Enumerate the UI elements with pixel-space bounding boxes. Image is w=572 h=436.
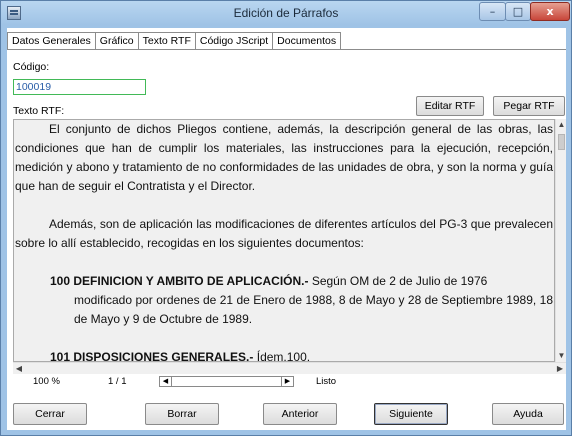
chevron-down-icon[interactable]: ▼ — [556, 350, 567, 362]
tab-strip: Datos Generales Gráfico Texto RTF Código… — [7, 32, 342, 50]
ayuda-button[interactable]: Ayuda — [492, 403, 564, 425]
pegar-rtf-button[interactable]: Pegar RTF — [493, 96, 565, 116]
anterior-button[interactable]: Anterior — [263, 403, 337, 425]
tab-texto-rtf[interactable]: Texto RTF — [137, 32, 196, 50]
maximize-button[interactable]: □ — [505, 2, 531, 21]
cerrar-button[interactable]: Cerrar — [13, 403, 87, 425]
codigo-input[interactable]: 100019 — [13, 79, 146, 95]
status-text: Listo — [316, 376, 337, 387]
tab-codigo-jscript[interactable]: Código JScript — [194, 32, 274, 50]
zoom-level: 100 % — [33, 376, 60, 387]
rtf-item-text: Ídem.100. — [256, 350, 311, 362]
close-button[interactable]: x — [530, 2, 570, 21]
codigo-label: Código: — [13, 61, 50, 73]
rtf-paragraph: Además, son de aplicación las modificaci… — [15, 217, 553, 250]
rtf-list-item: 100 DEFINICION Y AMBITO DE APLICACIÓN.- … — [15, 272, 553, 291]
tab-grafico[interactable]: Gráfico — [94, 32, 139, 50]
status-bar: 100 % 1 / 1 ◀ ▶ Listo — [13, 375, 566, 389]
scroll-thumb[interactable] — [558, 134, 565, 150]
rtf-text-area[interactable]: El conjunto de dichos Pliegos contiene, … — [13, 119, 555, 362]
rtf-list-item: 101 DISPOSICIONES GENERALES.- Ídem.100. — [15, 348, 553, 362]
tab-divider — [7, 49, 566, 50]
tab-documentos[interactable]: Documentos — [272, 32, 342, 50]
title-bar[interactable]: Edición de Párrafos – □ x — [1, 1, 571, 25]
rtf-item-continuation: modificado por ordenes de 21 de Enero de… — [74, 293, 553, 326]
rtf-item-heading: 100 DEFINICION Y AMBITO DE APLICACIÓN.- — [50, 274, 309, 288]
page-indicator: 1 / 1 — [108, 376, 127, 387]
dialog-body: Datos Generales Gráfico Texto RTF Código… — [7, 28, 566, 430]
chevron-up-icon[interactable]: ▲ — [556, 119, 567, 131]
horizontal-scrollbar[interactable]: ◀ ▶ — [13, 362, 566, 374]
chevron-right-icon[interactable]: ▶ — [554, 363, 566, 375]
rtf-label: Texto RTF: — [13, 105, 65, 117]
vertical-scrollbar[interactable]: ▲ ▼ — [555, 119, 566, 362]
tab-datos-generales[interactable]: Datos Generales — [7, 32, 96, 50]
chevron-right-icon[interactable]: ▶ — [281, 377, 293, 386]
rtf-item-text: Según OM de 2 de Julio de 1976 — [311, 274, 488, 288]
window: Edición de Párrafos – □ x Datos Generale… — [0, 0, 572, 436]
minimize-button[interactable]: – — [479, 2, 506, 21]
borrar-button[interactable]: Borrar — [145, 403, 219, 425]
siguiente-button[interactable]: Siguiente — [374, 403, 448, 425]
chevron-left-icon[interactable]: ◀ — [160, 377, 172, 386]
rtf-item-heading: 101 DISPOSICIONES GENERALES.- — [50, 350, 254, 362]
editar-rtf-button[interactable]: Editar RTF — [416, 96, 484, 116]
chevron-left-icon[interactable]: ◀ — [13, 363, 25, 375]
rtf-document: El conjunto de dichos Pliegos contiene, … — [15, 120, 553, 362]
page-scrollbar[interactable]: ◀ ▶ — [159, 376, 294, 387]
rtf-paragraph: El conjunto de dichos Pliegos contiene, … — [15, 122, 553, 193]
